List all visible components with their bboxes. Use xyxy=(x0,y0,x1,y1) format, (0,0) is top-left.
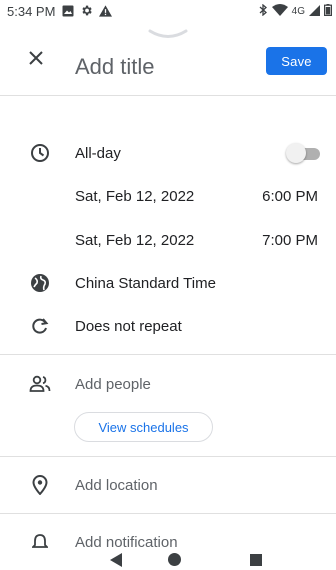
add-notification-row[interactable]: Add notification xyxy=(0,524,336,548)
battery-icon xyxy=(324,4,333,19)
all-day-toggle[interactable] xyxy=(286,143,322,163)
repeat-icon xyxy=(28,314,52,338)
network-type: 4G xyxy=(291,6,305,17)
save-button[interactable]: Save xyxy=(266,47,327,75)
divider xyxy=(0,456,336,457)
start-date[interactable]: Sat, Feb 12, 2022 xyxy=(75,188,194,205)
close-button[interactable] xyxy=(24,48,48,72)
settings-gear-icon xyxy=(80,4,93,22)
notification-icons xyxy=(62,4,112,22)
warning-icon xyxy=(99,4,112,22)
end-time[interactable]: 7:00 PM xyxy=(262,232,318,249)
add-people-row[interactable]: Add people xyxy=(0,366,336,402)
back-icon[interactable] xyxy=(110,553,122,570)
toggle-thumb xyxy=(286,143,306,163)
home-icon[interactable] xyxy=(168,553,181,570)
end-datetime-row: Sat, Feb 12, 2022 7:00 PM xyxy=(0,222,336,258)
divider xyxy=(0,95,336,96)
add-location-label: Add location xyxy=(75,476,158,494)
all-day-row[interactable]: All-day xyxy=(0,135,336,171)
globe-icon xyxy=(28,271,52,295)
start-time[interactable]: 6:00 PM xyxy=(262,188,318,205)
end-date[interactable]: Sat, Feb 12, 2022 xyxy=(75,232,194,249)
title-input[interactable]: Add title xyxy=(75,52,155,82)
start-datetime-row: Sat, Feb 12, 2022 6:00 PM xyxy=(0,178,336,214)
add-people-label: Add people xyxy=(75,375,151,393)
status-bar: 5:34 PM 4G xyxy=(0,0,336,24)
divider xyxy=(0,354,336,355)
wifi-icon xyxy=(271,4,288,19)
image-icon xyxy=(62,4,74,22)
view-schedules-button[interactable]: View schedules xyxy=(74,412,213,442)
repeat-row[interactable]: Does not repeat xyxy=(0,308,336,344)
close-icon xyxy=(29,50,43,70)
recent-apps-icon[interactable] xyxy=(250,553,262,570)
timezone-row[interactable]: China Standard Time xyxy=(0,265,336,301)
add-notification-label: Add notification xyxy=(75,534,178,548)
sheet-drag-handle-icon[interactable] xyxy=(146,28,190,42)
all-day-label: All-day xyxy=(75,144,121,162)
people-icon xyxy=(28,372,52,396)
bell-icon xyxy=(28,530,52,548)
system-nav-bar xyxy=(0,548,336,570)
timezone-label: China Standard Time xyxy=(75,274,216,292)
bluetooth-icon xyxy=(259,3,268,19)
clock-icon xyxy=(28,141,52,165)
status-time: 5:34 PM xyxy=(7,4,56,19)
system-icons: 4G xyxy=(259,3,333,19)
add-location-row[interactable]: Add location xyxy=(0,467,336,503)
signal-icon xyxy=(309,4,320,19)
repeat-label: Does not repeat xyxy=(75,317,182,335)
location-pin-icon xyxy=(28,473,52,497)
divider xyxy=(0,513,336,514)
